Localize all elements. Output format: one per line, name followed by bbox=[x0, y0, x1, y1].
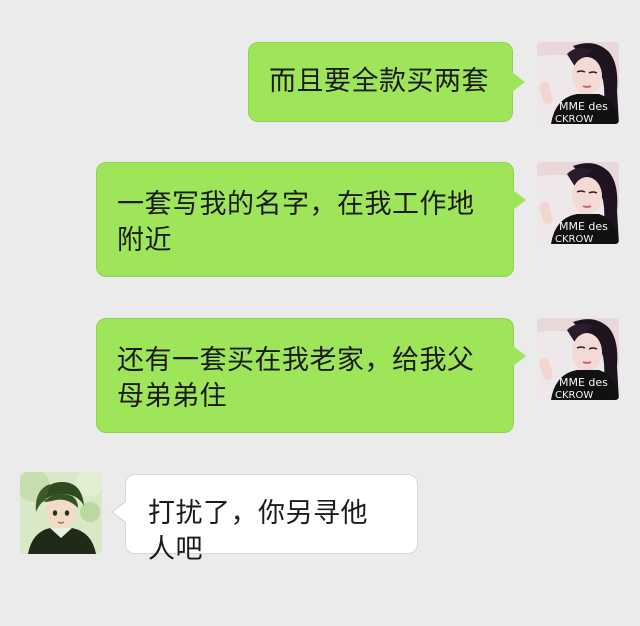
message-row: 打扰了，你另寻他人吧 bbox=[0, 472, 640, 565]
bubble-tail bbox=[512, 72, 525, 92]
message-text: 还有一套买在我老家，给我父母弟弟住 bbox=[117, 345, 475, 412]
chat-message-list[interactable]: 而且要全款买两套 MME des CKROW 一套写我的名字，在我工作地附近 M… bbox=[0, 0, 640, 626]
shirt-text: MME des bbox=[559, 376, 608, 389]
bubble-tail bbox=[513, 346, 526, 366]
shirt-text: MME des bbox=[559, 100, 608, 113]
shirt-text-2: CKROW bbox=[555, 234, 593, 244]
message-text: 一套写我的名字，在我工作地附近 bbox=[117, 189, 475, 256]
message-bubble[interactable]: 而且要全款买两套 bbox=[248, 42, 513, 122]
message-row: 还有一套买在我老家，给我父母弟弟住 MME des CKROW bbox=[0, 318, 640, 433]
girl-avatar-icon[interactable]: MME des CKROW bbox=[537, 162, 619, 244]
message-bubble[interactable]: 一套写我的名字，在我工作地附近 bbox=[96, 162, 514, 277]
boy-avatar-icon[interactable] bbox=[20, 472, 102, 554]
girl-avatar-icon[interactable]: MME des CKROW bbox=[537, 318, 619, 400]
message-bubble[interactable]: 还有一套买在我老家，给我父母弟弟住 bbox=[96, 318, 514, 433]
shirt-text-2: CKROW bbox=[555, 390, 593, 400]
shirt-text-2: CKROW bbox=[555, 114, 593, 124]
message-bubble[interactable]: 打扰了，你另寻他人吧 bbox=[125, 474, 418, 565]
bubble-tail bbox=[113, 502, 126, 522]
girl-avatar-icon[interactable]: MME des CKROW bbox=[537, 42, 619, 124]
message-text: 打扰了，你另寻他人吧 bbox=[148, 498, 368, 565]
message-row: 一套写我的名字，在我工作地附近 MME des CKROW bbox=[0, 162, 640, 277]
shirt-text: MME des bbox=[559, 220, 608, 233]
message-row: 而且要全款买两套 MME des CKROW bbox=[0, 42, 640, 124]
message-text: 而且要全款买两套 bbox=[269, 66, 489, 97]
bubble-tail bbox=[513, 190, 526, 210]
